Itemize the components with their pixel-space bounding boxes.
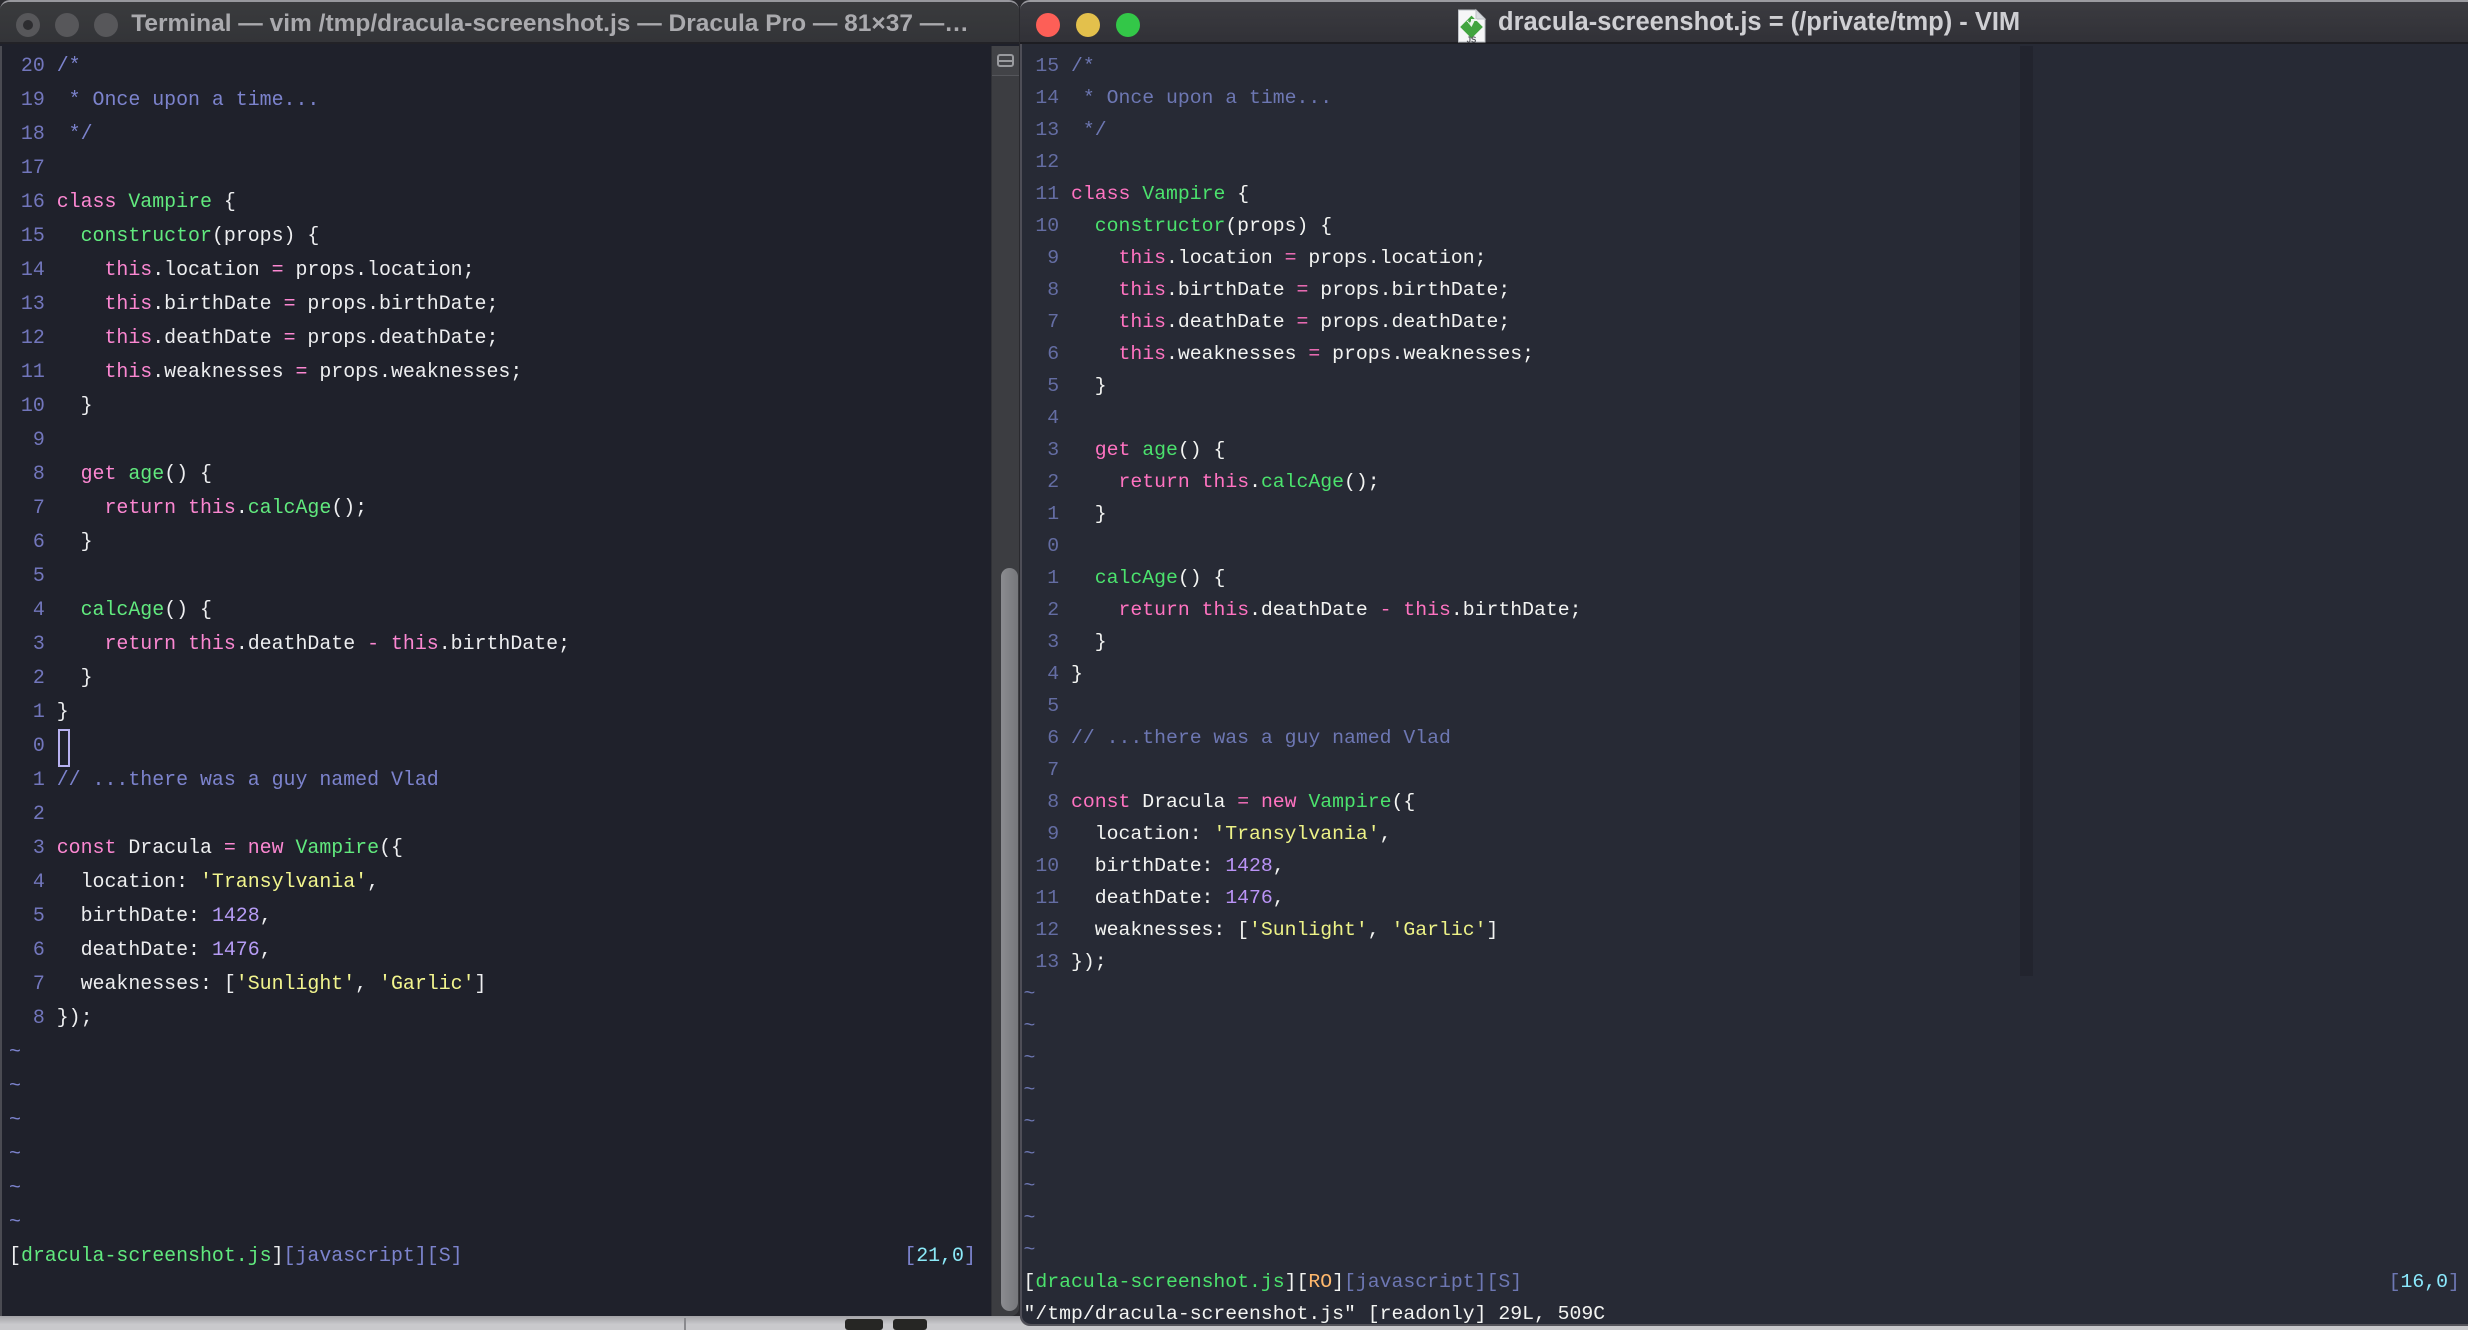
svg-text:JS: JS: [1467, 36, 1477, 45]
